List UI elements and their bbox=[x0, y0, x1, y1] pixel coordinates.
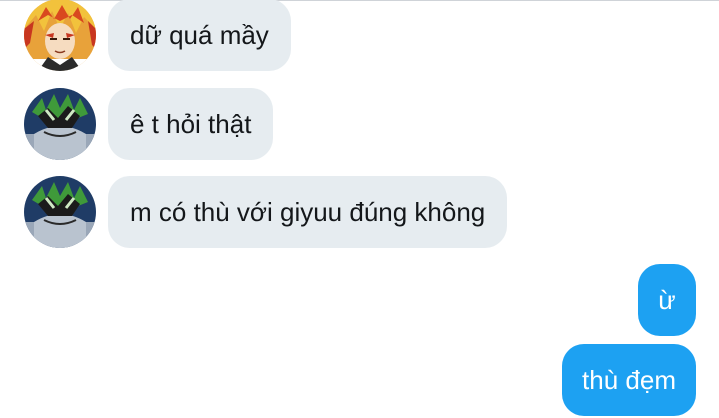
message-bubble-outgoing[interactable]: thù đẹm bbox=[562, 344, 696, 416]
message-text: ê t hỏi thật bbox=[130, 109, 252, 139]
sanemi-avatar-image bbox=[24, 88, 96, 160]
message-bubble-outgoing[interactable]: ừ bbox=[638, 264, 696, 336]
message-text: dữ quá mầy bbox=[130, 20, 269, 50]
message-text: thù đẹm bbox=[582, 365, 676, 395]
message-text: m có thù với giyuu đúng không bbox=[130, 197, 486, 227]
message-text: ừ bbox=[658, 285, 676, 315]
message-bubble-incoming[interactable]: dữ quá mầy bbox=[108, 0, 291, 71]
sanemi-avatar-image bbox=[24, 176, 96, 248]
rengoku-avatar[interactable] bbox=[24, 0, 96, 71]
message-bubble-incoming[interactable]: m có thù với giyuu đúng không bbox=[108, 176, 508, 248]
chat-thread: dữ quá mầy ê t hỏi thật m có thù với giy… bbox=[0, 0, 719, 418]
rengoku-avatar-image bbox=[24, 0, 96, 71]
sanemi-avatar[interactable] bbox=[24, 176, 96, 248]
message-bubble-incoming[interactable]: ê t hỏi thật bbox=[108, 88, 274, 160]
sanemi-avatar[interactable] bbox=[24, 88, 96, 160]
